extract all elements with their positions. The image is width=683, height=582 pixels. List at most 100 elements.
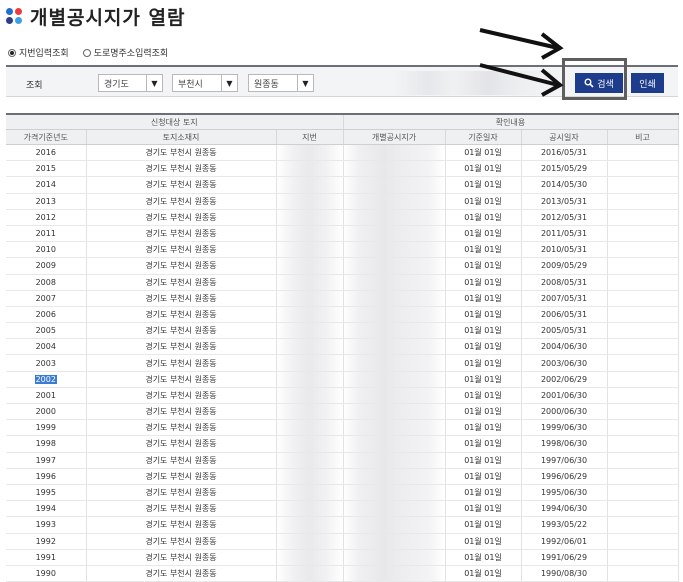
table-row[interactable]: 2001 경기도 부천시 원종동 01월 01일 2001/06/30 <box>6 387 679 405</box>
cell-base-date: 01월 01일 <box>445 144 522 162</box>
annotation-highlight-box <box>562 58 627 100</box>
cell-land-price-redacted <box>343 419 446 437</box>
province-select[interactable]: 경기도 ▼ <box>98 74 163 92</box>
page-header: 개별공시지가 열람 <box>6 2 185 30</box>
cell-year: 1994 <box>6 500 87 518</box>
table-row[interactable]: 1997 경기도 부천시 원종동 01월 01일 1997/06/30 <box>6 452 679 469</box>
cell-base-date-text: 01월 01일 <box>464 358 502 368</box>
cell-lot-number-redacted <box>276 435 344 453</box>
table-row[interactable]: 2006 경기도 부천시 원종동 01월 01일 2006/05/31 <box>6 306 679 324</box>
table-row[interactable]: 1991 경기도 부천시 원종동 01월 01일 1991/06/29 <box>6 549 679 566</box>
chevron-down-icon[interactable]: ▼ <box>146 75 162 91</box>
cell-publish-date: 1992/06/01 <box>521 533 608 550</box>
cell-base-date: 01월 01일 <box>445 290 522 307</box>
table-row[interactable]: 1996 경기도 부천시 원종동 01월 01일 1996/06/29 <box>6 468 679 485</box>
cell-location: 경기도 부천시 원종동 <box>86 225 277 243</box>
table-row[interactable]: 2000 경기도 부천시 원종동 01월 01일 2000/06/30 <box>6 403 679 421</box>
cell-publish-date: 1993/05/22 <box>521 516 608 534</box>
cell-publish-date-text: 2001/06/30 <box>540 390 588 400</box>
cell-remarks <box>607 225 679 243</box>
cell-remarks <box>607 160 679 178</box>
table-row[interactable]: 2016 경기도 부천시 원종동 01월 01일 2016/05/31 <box>6 144 679 162</box>
cell-location-text: 경기도 부천시 원종동 <box>145 520 217 530</box>
radio-unselected-icon[interactable] <box>82 48 91 57</box>
table-row[interactable]: 2013 경기도 부천시 원종동 01월 01일 2013/05/31 <box>6 193 679 210</box>
cell-remarks <box>607 387 679 405</box>
cell-location: 경기도 부천시 원종동 <box>86 338 277 356</box>
table-row[interactable]: 2012 경기도 부천시 원종동 01월 01일 2012/05/31 <box>6 209 679 226</box>
table-row[interactable]: 1995 경기도 부천시 원종동 01월 01일 1995/06/30 <box>6 484 679 502</box>
district-select[interactable]: 원종동 ▼ <box>248 74 314 92</box>
cell-lot-number-redacted <box>276 209 344 226</box>
cell-base-date-text: 01월 01일 <box>464 439 502 449</box>
cell-land-price-redacted <box>343 290 446 307</box>
cell-location-text: 경기도 부천시 원종동 <box>145 212 217 222</box>
cell-base-date: 01월 01일 <box>445 549 522 566</box>
cell-lot-number-redacted <box>276 176 344 194</box>
table-row[interactable]: 2008 경기도 부천시 원종동 01월 01일 2008/05/31 <box>6 274 679 291</box>
cell-location: 경기도 부천시 원종동 <box>86 322 277 340</box>
table-row[interactable]: 2010 경기도 부천시 원종동 01월 01일 2010/05/31 <box>6 241 679 259</box>
cell-location-text: 경기도 부천시 원종동 <box>145 504 217 514</box>
table-row[interactable]: 2002 경기도 부천시 원종동 01월 01일 2002/06/29 <box>6 371 679 388</box>
radio-lot-number[interactable]: 지번입력조회 <box>8 46 69 59</box>
cell-publish-date: 2005/05/31 <box>521 322 608 340</box>
cell-publish-date-text: 2013/05/31 <box>540 196 588 206</box>
radio-selected-icon[interactable] <box>8 48 16 57</box>
table-row[interactable]: 2009 경기도 부천시 원종동 01월 01일 2009/05/29 <box>6 257 679 275</box>
chevron-down-icon[interactable]: ▼ <box>297 75 313 91</box>
cell-year-text: 2001 <box>35 390 56 400</box>
table-row[interactable]: 1998 경기도 부천시 원종동 01월 01일 1998/06/30 <box>6 435 679 453</box>
cell-lot-number-redacted <box>276 533 344 550</box>
table-row[interactable]: 2011 경기도 부천시 원종동 01월 01일 2011/05/31 <box>6 225 679 243</box>
cell-year: 2003 <box>6 354 87 372</box>
table-row[interactable]: 1990 경기도 부천시 원종동 01월 01일 1990/08/30 <box>6 565 679 582</box>
redacted-lot-input[interactable] <box>394 71 564 95</box>
table-row[interactable]: 1993 경기도 부천시 원종동 01월 01일 1993/05/22 <box>6 516 679 534</box>
search-mode-group: 지번입력조회 도로명주소입력조회 <box>8 46 168 59</box>
cell-publish-date-text: 1990/08/30 <box>540 568 588 578</box>
cell-publish-date-text: 2010/05/31 <box>540 245 588 255</box>
print-button[interactable]: 인쇄 <box>631 73 664 93</box>
cell-base-date: 01월 01일 <box>445 209 522 226</box>
table-row[interactable]: 2007 경기도 부천시 원종동 01월 01일 2007/05/31 <box>6 290 679 307</box>
cell-location: 경기도 부천시 원종동 <box>86 144 277 162</box>
cell-land-price-redacted <box>343 257 446 275</box>
cell-base-date: 01월 01일 <box>445 403 522 421</box>
cell-remarks <box>607 468 679 485</box>
table-row[interactable]: 2004 경기도 부천시 원종동 01월 01일 2004/06/30 <box>6 338 679 356</box>
cell-publish-date: 1996/06/29 <box>521 468 608 485</box>
chevron-down-icon[interactable]: ▼ <box>221 75 237 91</box>
cell-location-text: 경기도 부천시 원종동 <box>145 423 217 433</box>
radio-road-address[interactable]: 도로명주소입력조회 <box>82 46 168 59</box>
table-row[interactable]: 2015 경기도 부천시 원종동 01월 01일 2015/05/29 <box>6 160 679 178</box>
cell-year: 2001 <box>6 387 87 405</box>
cell-lot-number-redacted <box>276 371 344 388</box>
table-row[interactable]: 1992 경기도 부천시 원종동 01월 01일 1992/06/01 <box>6 533 679 550</box>
cell-publish-date-text: 2011/05/31 <box>540 229 588 239</box>
cell-publish-date: 1991/06/29 <box>521 549 608 566</box>
cell-base-date: 01월 01일 <box>445 322 522 340</box>
cell-year: 2011 <box>6 225 87 243</box>
table-row[interactable]: 1994 경기도 부천시 원종동 01월 01일 1994/06/30 <box>6 500 679 518</box>
cell-year-text: 1995 <box>35 488 56 498</box>
table-row[interactable]: 1999 경기도 부천시 원종동 01월 01일 1999/06/30 <box>6 419 679 437</box>
cell-location-text: 경기도 부천시 원종동 <box>145 164 217 174</box>
cell-land-price-redacted <box>343 209 446 226</box>
cell-publish-date-text: 2003/06/30 <box>540 358 588 368</box>
table-row[interactable]: 2003 경기도 부천시 원종동 01월 01일 2003/06/30 <box>6 354 679 372</box>
city-select[interactable]: 부천시 ▼ <box>172 74 238 92</box>
cell-base-date: 01월 01일 <box>445 533 522 550</box>
cell-publish-date: 2004/06/30 <box>521 338 608 356</box>
table-row[interactable]: 2014 경기도 부천시 원종동 01월 01일 2014/05/30 <box>6 176 679 194</box>
cell-land-price-redacted <box>343 533 446 550</box>
cell-lot-number-redacted <box>276 160 344 178</box>
city-value: 부천시 <box>178 79 203 90</box>
cell-location-text: 경기도 부천시 원종동 <box>145 293 217 303</box>
table-row[interactable]: 2005 경기도 부천시 원종동 01월 01일 2005/05/31 <box>6 322 679 340</box>
cell-land-price-redacted <box>343 435 446 453</box>
cell-publish-date: 2000/06/30 <box>521 403 608 421</box>
cell-land-price-redacted <box>343 516 446 534</box>
cell-year: 2004 <box>6 338 87 356</box>
column-header: 가격기준년도 <box>6 129 87 145</box>
